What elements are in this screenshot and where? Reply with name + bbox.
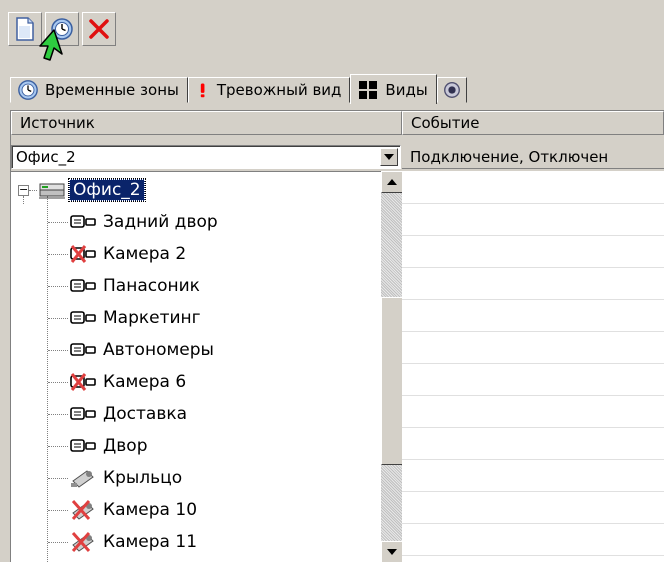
scroll-up-button[interactable] bbox=[381, 171, 403, 193]
tree-connector bbox=[48, 350, 68, 351]
tree-camera-node[interactable]: Маркетинг bbox=[69, 302, 201, 334]
tree-camera-node[interactable]: Камера 2 bbox=[69, 238, 186, 270]
camera-disabled-icon bbox=[69, 245, 97, 263]
tree-camera-node[interactable]: Двор bbox=[69, 430, 148, 462]
source-combo[interactable]: Офис_2 bbox=[11, 145, 401, 169]
tree-camera-node[interactable]: Камера 6 bbox=[69, 366, 186, 398]
tree-connector bbox=[48, 318, 68, 319]
event-grid bbox=[402, 171, 664, 562]
tab-camera[interactable] bbox=[436, 77, 467, 103]
event-panel: Событие Подключение, Отключен bbox=[402, 110, 664, 562]
tree-connector bbox=[48, 414, 68, 415]
tree-camera-node[interactable]: Задний двор bbox=[69, 206, 218, 238]
tree-connector bbox=[48, 446, 68, 447]
tree-connector bbox=[48, 222, 68, 223]
tree-camera-node[interactable]: Камера 11 bbox=[69, 526, 197, 558]
grid-line bbox=[402, 427, 664, 428]
chevron-down-icon bbox=[384, 154, 394, 160]
source-panel: Источник Офис_2 − Офис_2 Задний двор Каме… bbox=[10, 110, 403, 562]
tab-label: Виды bbox=[385, 80, 428, 99]
event-column-header[interactable]: Событие bbox=[402, 111, 664, 135]
vertical-scrollbar[interactable] bbox=[381, 171, 403, 562]
dome-camera-icon bbox=[69, 467, 97, 489]
tree-node-label: Камера 11 bbox=[103, 532, 198, 552]
server-icon bbox=[39, 183, 65, 199]
tree-camera-node[interactable]: Панасоник bbox=[69, 270, 200, 302]
tree-node-label: Камера 6 bbox=[103, 372, 187, 392]
scroll-down-button[interactable] bbox=[381, 541, 403, 562]
grid-line bbox=[402, 299, 664, 300]
tree-node-label: Крыльцо bbox=[103, 468, 183, 488]
grid-line bbox=[402, 459, 664, 460]
camera-icon bbox=[69, 277, 97, 295]
camera-icon bbox=[69, 341, 97, 359]
camera-lens-icon bbox=[443, 82, 460, 98]
tree-node-label: Камера 2 bbox=[103, 244, 187, 264]
exclamation-icon bbox=[200, 83, 205, 98]
camera-icon bbox=[69, 437, 97, 455]
source-combo-value: Офис_2 bbox=[16, 148, 76, 166]
tree-connector bbox=[48, 254, 68, 255]
tree-root-label: Офис_2 bbox=[68, 178, 146, 202]
grid-line bbox=[402, 363, 664, 364]
grid-icon bbox=[359, 80, 378, 99]
tree-camera-node[interactable]: Автономеры bbox=[69, 334, 214, 366]
source-tree: − Офис_2 Задний двор Камера 2 Панасоник Мар… bbox=[11, 171, 381, 562]
tab-time-zones[interactable]: Временные зоны bbox=[10, 77, 188, 103]
tab-views[interactable]: Виды bbox=[350, 74, 437, 104]
dome-camera-disabled-icon bbox=[69, 531, 97, 553]
grid-line bbox=[402, 555, 664, 556]
collapse-toggle[interactable]: − bbox=[18, 184, 29, 196]
grid-line bbox=[402, 267, 664, 268]
camera-disabled-icon bbox=[69, 373, 97, 391]
arrow-down-icon bbox=[387, 549, 397, 555]
source-column-header[interactable]: Источник bbox=[11, 111, 402, 135]
clock-globe-icon bbox=[18, 80, 38, 100]
delete-button[interactable] bbox=[82, 12, 116, 46]
tab-alarm-view[interactable]: Тревожный вид bbox=[187, 77, 351, 103]
event-filter-row[interactable]: Подключение, Отключен bbox=[402, 145, 664, 169]
grid-line bbox=[402, 331, 664, 332]
combo-dropdown-button[interactable] bbox=[380, 148, 398, 166]
tree-camera-node[interactable]: Камера 10 bbox=[69, 494, 197, 526]
grid-line bbox=[402, 235, 664, 236]
grid-line bbox=[402, 491, 664, 492]
grid-line bbox=[402, 395, 664, 396]
dome-camera-disabled-icon bbox=[69, 499, 97, 521]
document-icon bbox=[16, 17, 34, 41]
tab-label: Временные зоны bbox=[45, 81, 179, 99]
grid-line bbox=[402, 203, 664, 204]
tree-root-node[interactable]: Офис_2 bbox=[39, 174, 146, 206]
grid-line bbox=[402, 523, 664, 524]
tab-strip: Временные зоны Тревожный вид Виды bbox=[10, 74, 467, 104]
tree-node-label: Задний двор bbox=[103, 212, 218, 232]
mouse-cursor-icon bbox=[39, 29, 63, 61]
tree-connector bbox=[48, 382, 68, 383]
tree-node-label: Камера 10 bbox=[103, 500, 198, 520]
tree-node-label: Маркетинг bbox=[103, 308, 201, 328]
red-x-icon bbox=[89, 19, 109, 39]
tree-node-label: Доставка bbox=[103, 404, 188, 424]
tree-node-label: Автономеры bbox=[103, 340, 214, 360]
scroll-thumb[interactable] bbox=[381, 297, 403, 465]
camera-icon bbox=[69, 309, 97, 327]
tree-node-label: Двор bbox=[103, 436, 148, 456]
tree-connector bbox=[48, 510, 68, 511]
tree-camera-node[interactable]: Крыльцо bbox=[69, 462, 182, 494]
arrow-up-icon bbox=[387, 179, 397, 185]
tree-camera-node[interactable]: Доставка bbox=[69, 398, 187, 430]
camera-icon bbox=[69, 213, 97, 231]
camera-icon bbox=[69, 405, 97, 423]
tree-node-label: Панасоник bbox=[103, 276, 200, 296]
tab-label: Тревожный вид bbox=[216, 81, 342, 99]
tree-connector bbox=[48, 542, 68, 543]
tree-connector bbox=[48, 286, 68, 287]
tree-connector bbox=[48, 478, 68, 479]
